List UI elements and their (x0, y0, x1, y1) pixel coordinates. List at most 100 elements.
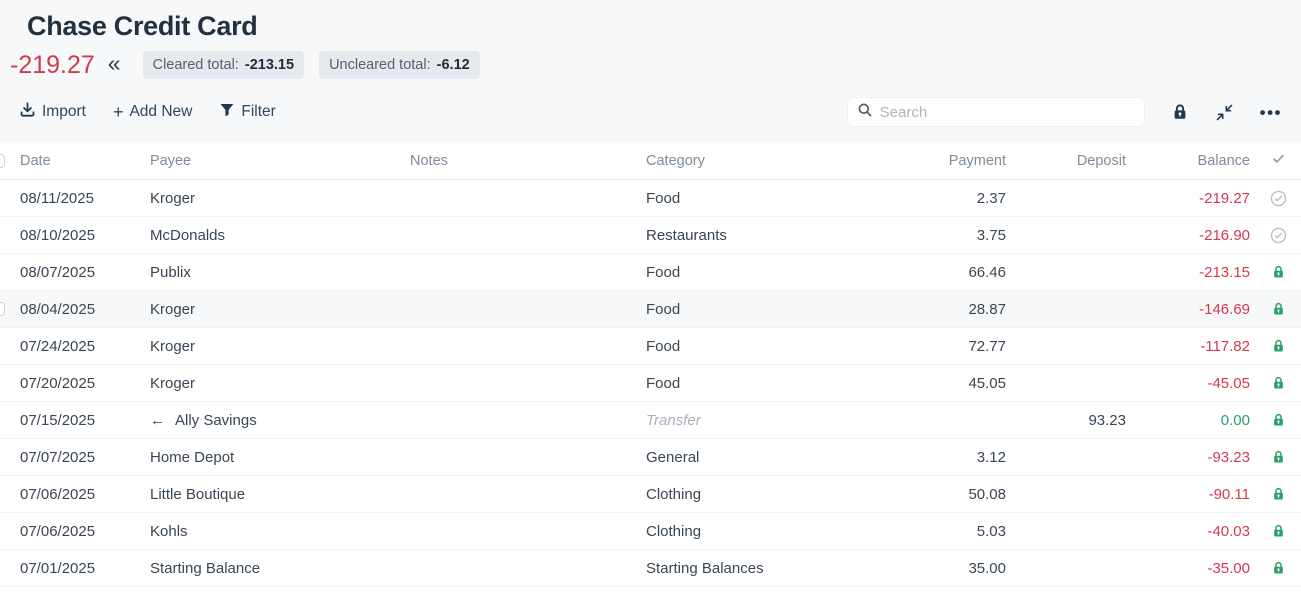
search-input[interactable] (880, 104, 1135, 121)
column-header-notes[interactable]: Notes (405, 153, 641, 169)
cell-date[interactable]: 07/01/2025 (15, 560, 145, 577)
cell-category[interactable]: Transfer (641, 412, 861, 429)
cell-payee[interactable]: Kohls (145, 523, 405, 540)
import-icon (19, 101, 36, 123)
cell-payment[interactable]: 50.08 (861, 486, 1011, 503)
cell-category[interactable]: General (641, 449, 861, 466)
account-balance: -219.27 (10, 51, 95, 80)
cell-category[interactable]: Food (641, 375, 861, 392)
cell-category[interactable]: Clothing (641, 523, 861, 540)
cell-date[interactable]: 07/06/2025 (15, 523, 145, 540)
table-row[interactable]: 07/06/2025KohlsClothing5.03-40.03 (0, 513, 1301, 550)
add-new-button[interactable]: + Add New (113, 103, 192, 121)
table-row[interactable]: 07/01/2025Starting Balance Starting Balan… (0, 550, 1301, 587)
cell-payee[interactable]: Publix (145, 264, 405, 281)
table-row[interactable]: 07/06/2025Little BoutiqueClothing50.08-9… (0, 476, 1301, 513)
add-new-label: Add New (129, 103, 192, 121)
cell-date[interactable]: 07/06/2025 (15, 486, 145, 503)
cell-date[interactable]: 08/10/2025 (15, 227, 145, 244)
page-title: Chase Credit Card (27, 11, 1301, 42)
cell-category[interactable]: Food (641, 301, 861, 318)
status-check-circle-icon[interactable] (1270, 190, 1287, 207)
cell-payment[interactable]: 45.05 (861, 375, 1011, 392)
payee-text: Publix (150, 264, 191, 281)
column-header-cleared[interactable] (1255, 151, 1301, 170)
row-select-gutter (0, 254, 15, 290)
row-select-gutter (0, 291, 15, 327)
status-lock-icon[interactable] (1271, 449, 1286, 465)
cell-category[interactable]: Restaurants (641, 227, 861, 244)
status-lock-icon[interactable] (1271, 301, 1286, 317)
cell-date[interactable]: 07/20/2025 (15, 375, 145, 392)
cell-date[interactable]: 08/04/2025 (15, 301, 145, 318)
column-header-payee[interactable]: Payee (145, 153, 405, 169)
status-lock-icon[interactable] (1271, 338, 1286, 354)
status-lock-icon[interactable] (1271, 523, 1286, 539)
cell-payee[interactable]: Kroger (145, 190, 405, 207)
column-header-balance[interactable]: Balance (1131, 153, 1255, 169)
cell-payee[interactable]: Kroger (145, 338, 405, 355)
lock-button[interactable] (1171, 103, 1189, 121)
row-checkbox[interactable] (0, 302, 5, 316)
filter-button[interactable]: Filter (219, 102, 275, 123)
column-header-category[interactable]: Category (641, 153, 861, 169)
cell-payment[interactable]: 66.46 (861, 264, 1011, 281)
cell-category[interactable]: Food (641, 190, 861, 207)
cell-date[interactable]: 07/07/2025 (15, 449, 145, 466)
cell-payment[interactable]: 3.75 (861, 227, 1011, 244)
cell-payee[interactable]: Little Boutique (145, 486, 405, 503)
table-row[interactable]: 07/15/2025←Ally SavingsTransfer93.230.00 (0, 402, 1301, 439)
cell-date[interactable]: 08/11/2025 (15, 190, 145, 207)
more-menu-button[interactable]: ••• (1260, 104, 1282, 121)
cell-date[interactable]: 07/24/2025 (15, 338, 145, 355)
table-row[interactable]: 08/10/2025McDonalds Restaurants3.75 -216.9… (0, 217, 1301, 254)
column-header-payment[interactable]: Payment (861, 153, 1011, 169)
column-header-deposit[interactable]: Deposit (1011, 153, 1131, 169)
status-lock-icon[interactable] (1271, 486, 1286, 502)
collapse-rows-icon[interactable] (1215, 103, 1234, 122)
cell-payee[interactable]: Starting Balance (145, 560, 405, 577)
cell-payee[interactable]: Home Depot (145, 449, 405, 466)
collapse-header-icon[interactable]: « (108, 52, 121, 78)
uncleared-total-badge: Uncleared total: -6.12 (319, 51, 480, 79)
row-select-gutter (0, 402, 15, 438)
payee-text: Kohls (150, 523, 188, 540)
select-all-gutter (0, 142, 15, 179)
cell-deposit[interactable]: 93.23 (1011, 412, 1131, 429)
cell-category[interactable]: Food (641, 338, 861, 355)
cell-payment[interactable]: 28.87 (861, 301, 1011, 318)
cell-payee[interactable]: ←Ally Savings (145, 412, 405, 429)
cell-category[interactable]: Food (641, 264, 861, 281)
table-row[interactable]: 08/07/2025PublixFood66.46-213.15 (0, 254, 1301, 291)
table-row[interactable]: 07/24/2025Kroger Food72.77 -117.82 (0, 328, 1301, 365)
status-lock-icon[interactable] (1271, 412, 1286, 428)
search-box[interactable] (847, 97, 1145, 127)
status-check-circle-icon[interactable] (1270, 227, 1287, 244)
select-all-checkbox[interactable] (0, 154, 5, 168)
cell-balance: -216.90 (1131, 227, 1255, 244)
table-row[interactable]: 07/07/2025Home DepotGeneral3.12-93.23 (0, 439, 1301, 476)
cell-date[interactable]: 08/07/2025 (15, 264, 145, 281)
table-row[interactable]: 08/11/2025KrogerFood2.37-219.27 (0, 180, 1301, 217)
status-lock-icon[interactable] (1271, 375, 1286, 391)
table-row[interactable]: 08/04/2025KrogerFood28.87-146.69 (0, 291, 1301, 328)
column-header-date[interactable]: Date (15, 153, 145, 169)
import-button[interactable]: Import (19, 101, 86, 123)
cell-category[interactable]: Clothing (641, 486, 861, 503)
status-lock-icon[interactable] (1271, 264, 1286, 280)
cell-payment[interactable]: 35.00 (861, 560, 1011, 577)
cell-date[interactable]: 07/15/2025 (15, 412, 145, 429)
cell-payee[interactable]: McDonalds (145, 227, 405, 244)
cell-payment[interactable]: 5.03 (861, 523, 1011, 540)
cell-category[interactable]: Starting Balances (641, 560, 861, 577)
cell-payment[interactable]: 72.77 (861, 338, 1011, 355)
toolbar: Import + Add New Filter ••• (0, 96, 1301, 128)
cell-payment[interactable]: 3.12 (861, 449, 1011, 466)
status-lock-icon[interactable] (1271, 560, 1286, 576)
cell-payment[interactable]: 2.37 (861, 190, 1011, 207)
cell-payee[interactable]: Kroger (145, 301, 405, 318)
check-icon (1271, 151, 1286, 170)
table-row[interactable]: 07/20/2025KrogerFood45.05-45.05 (0, 365, 1301, 402)
cell-payee[interactable]: Kroger (145, 375, 405, 392)
cell-balance: -117.82 (1131, 338, 1255, 355)
